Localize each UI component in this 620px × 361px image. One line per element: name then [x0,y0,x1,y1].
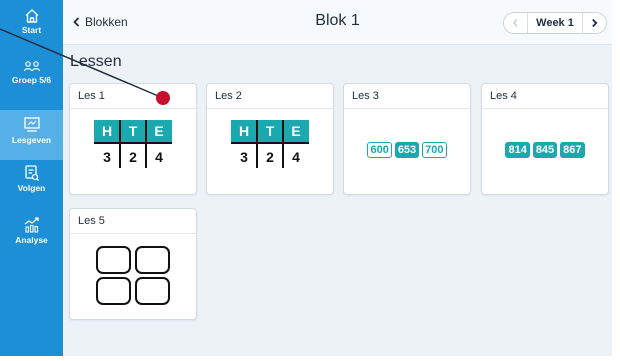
group-icon [23,61,40,72]
hte-header: T [266,123,275,139]
lesson-card-2[interactable]: Les 2 H T E 3 2 4 [206,83,334,195]
lesson-card-1[interactable]: Les 1 H T E 3 2 4 [69,83,197,195]
hte-header: H [102,123,112,139]
main-content: Blokken Blok 1 Week 1 Lessen Les 1 H T E… [63,0,612,356]
sidebar-item-volgen[interactable]: Volgen [0,164,63,214]
hte-header: H [239,123,249,139]
sidebar-item-label: Groep 5/6 [11,75,52,85]
sidebar-item-label: Start [21,25,42,35]
analysis-icon [24,217,39,233]
number-tiles: 814 845 867 [482,142,608,158]
number-tile: 814 [505,142,530,158]
lesson-card-3[interactable]: Les 3 600 653 700 [343,83,471,195]
number-tiles: 600 653 700 [344,142,470,158]
section-title: Lessen [70,53,122,70]
teach-icon [23,117,40,132]
hte-digit: 3 [240,149,248,165]
card-title: Les 5 [78,215,105,227]
number-tile: 653 [394,142,420,158]
card-title: Les 3 [352,90,379,102]
sidebar-item-analyse[interactable]: Analyse [0,216,63,266]
lesson-card-5[interactable]: Les 5 [69,208,197,320]
four-squares-icon [96,246,170,305]
card-thumbnail [70,235,196,319]
hte-table-icon: H T E 3 2 4 [231,120,309,168]
card-thumbnail: H T E 3 2 4 [207,110,333,194]
hte-digit: 4 [292,149,300,165]
hte-digit: 2 [129,149,137,165]
card-title: Les 4 [490,90,517,102]
card-header: Les 5 [70,209,196,234]
app-window: Start Groep 5/6 Lesgeven Volgen Analyse … [0,0,620,361]
prev-week-button[interactable] [504,13,528,33]
sidebar-item-lesgeven[interactable]: Lesgeven [0,110,63,160]
top-bar: Blokken Blok 1 Week 1 [63,0,612,45]
right-edge [612,0,620,356]
card-title: Les 2 [215,90,242,102]
hte-header: E [154,123,163,139]
hte-header: T [129,123,138,139]
sidebar-nav: Start Groep 5/6 Lesgeven Volgen Analyse [0,0,63,356]
card-header: Les 1 [70,84,196,109]
hte-digit: 2 [266,149,274,165]
sidebar-item-groep[interactable]: Groep 5/6 [0,60,63,110]
card-thumbnail: 600 653 700 [344,110,470,194]
card-header: Les 4 [482,84,608,109]
bottom-edge [0,356,620,361]
number-tile: 600 [367,142,392,158]
hte-header: E [291,123,300,139]
hte-digit: 3 [103,149,111,165]
sidebar-item-label: Analyse [15,235,48,245]
chevron-left-icon [512,19,518,27]
lesson-card-4[interactable]: Les 4 814 845 867 [481,83,609,195]
hte-table-icon: H T E 3 2 4 [94,120,172,168]
chevron-right-icon [592,18,598,28]
card-title: Les 1 [78,90,105,102]
sidebar-item-label: Volgen [17,183,46,193]
card-thumbnail: H T E 3 2 4 [70,110,196,194]
week-label: Week 1 [536,17,574,29]
number-tile: 700 [422,142,447,158]
week-selector: Week 1 [503,12,607,34]
number-tile: 845 [532,142,558,158]
sidebar-item-label: Lesgeven [11,135,52,145]
hte-digit: 4 [155,149,163,165]
next-week-button[interactable] [582,13,606,33]
home-icon [25,9,38,23]
card-header: Les 3 [344,84,470,109]
number-tile: 867 [560,142,585,158]
card-header: Les 2 [207,84,333,109]
card-thumbnail: 814 845 867 [482,110,608,194]
sidebar-item-start[interactable]: Start [0,8,63,58]
track-icon [24,165,39,181]
